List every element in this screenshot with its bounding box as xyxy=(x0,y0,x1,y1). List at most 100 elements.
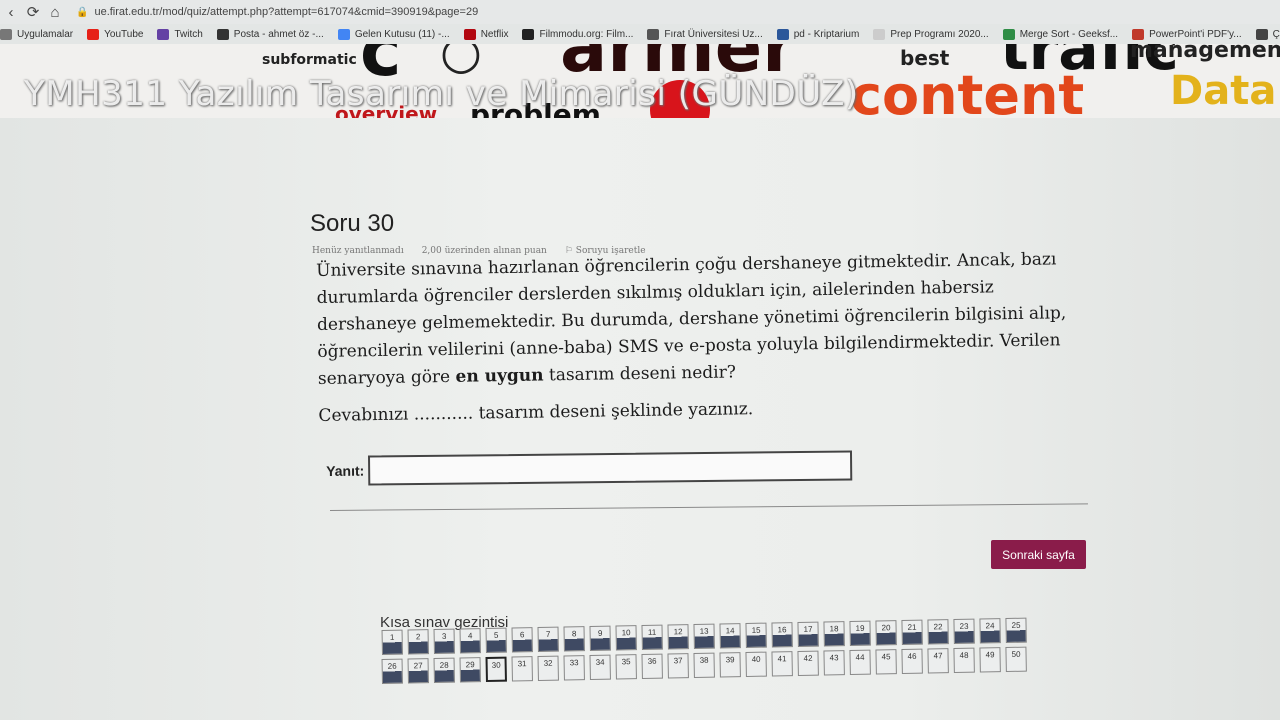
quiz-nav-button[interactable]: 31 xyxy=(511,656,533,682)
bookmark-item[interactable]: YouTube xyxy=(87,28,144,40)
gfg-icon xyxy=(1002,28,1015,40)
bookmark-item[interactable]: Gelen Kutusu (11) -... xyxy=(337,28,450,40)
quiz-page: Soru 30 Henüz yanıtlanmadı 2,00 üzerinde… xyxy=(0,118,1280,720)
quiz-nav-button[interactable]: 4 xyxy=(459,628,481,654)
quiz-nav-button[interactable]: 34 xyxy=(589,654,611,681)
quiz-nav-button[interactable]: 13 xyxy=(693,623,715,650)
quiz-nav-button[interactable]: 44 xyxy=(849,649,871,676)
film-icon xyxy=(522,28,535,40)
question-text: Üniversite sınavına hazırlanan öğrencile… xyxy=(316,246,1099,430)
bookmark-item[interactable]: Twitch xyxy=(157,28,203,40)
answer-row: Yanıt: xyxy=(326,450,853,486)
course-banner: subformatic c ○ armer overview problem b… xyxy=(0,44,1280,118)
word-icon xyxy=(776,28,789,40)
quiz-nav-button[interactable]: 50 xyxy=(1005,646,1027,673)
bookmark-item[interactable]: PowerPoint'i PDF'y... xyxy=(1132,28,1242,40)
bookmark-label: YouTube xyxy=(104,28,144,40)
question-emphasis: en uygun xyxy=(455,365,544,387)
quiz-nav-button[interactable]: 9 xyxy=(589,625,611,652)
quiz-nav-button[interactable]: 6 xyxy=(511,627,533,653)
quiz-nav-button[interactable]: 11 xyxy=(641,624,663,651)
lock-icon: 🔒 xyxy=(76,6,89,18)
quiz-nav-button[interactable]: 49 xyxy=(979,647,1001,673)
bookmark-item[interactable]: Merge Sort - Geeksf... xyxy=(1002,28,1119,40)
bookmark-item[interactable]: Uygulamalar xyxy=(0,28,73,40)
quiz-nav-button[interactable]: 2 xyxy=(407,629,429,655)
quiz-nav-button[interactable]: 12 xyxy=(667,624,689,650)
quiz-nav-button[interactable]: 8 xyxy=(563,626,585,652)
quiz-nav-button[interactable]: 20 xyxy=(875,620,897,646)
quiz-nav-button[interactable]: 28 xyxy=(433,657,455,684)
bookmark-label: Posta - ahmet öz -... xyxy=(233,28,324,40)
question-hint: Cevabınızı ........... tasarım deseni şe… xyxy=(318,399,754,426)
quiz-nav-button[interactable]: 45 xyxy=(875,649,897,675)
quiz-nav-button[interactable]: 18 xyxy=(823,621,845,647)
browser-toolbar: ‹ ⟳ ⌂ 🔒 ue.firat.edu.tr/mod/quiz/attempt… xyxy=(0,0,1280,24)
quiz-nav-button[interactable]: 17 xyxy=(797,621,819,648)
question-status: Henüz yanıtlanmadı xyxy=(312,246,404,256)
bookmark-item[interactable]: Çevrim Durumu - Bil... xyxy=(1255,28,1280,40)
quiz-nav-button[interactable]: 47 xyxy=(927,648,949,674)
quiz-nav-button[interactable]: 23 xyxy=(953,618,975,645)
next-page-button[interactable]: Sonraki sayfa xyxy=(991,540,1086,569)
banner-collage-word: Data xyxy=(1170,68,1277,114)
quiz-nav-button[interactable]: 21 xyxy=(901,619,923,646)
answer-input[interactable] xyxy=(368,450,853,486)
quiz-nav-button[interactable]: 46 xyxy=(901,648,923,675)
twitch-icon xyxy=(157,28,170,40)
reload-icon[interactable]: ⟳ xyxy=(22,1,44,23)
quiz-nav-button[interactable]: 16 xyxy=(771,622,793,648)
bookmark-item[interactable]: Prep Programı 2020... xyxy=(873,28,989,40)
quiz-nav-button[interactable]: 15 xyxy=(745,622,767,649)
home-icon[interactable]: ⌂ xyxy=(44,1,66,23)
blank-icon xyxy=(873,28,886,40)
quiz-nav-button[interactable]: 42 xyxy=(797,650,819,677)
bookmark-label: Gelen Kutusu (11) -... xyxy=(354,28,450,40)
quiz-nav-button[interactable]: 41 xyxy=(771,651,793,677)
quiz-nav-button[interactable]: 19 xyxy=(849,620,871,647)
quiz-nav-button[interactable]: 43 xyxy=(823,650,845,676)
bookmark-item[interactable]: Filmmodu.org: Film... xyxy=(522,28,633,40)
bookmark-label: Merge Sort - Geeksf... xyxy=(1019,28,1119,40)
divider xyxy=(330,503,1088,511)
bookmark-item[interactable]: Posta - ahmet öz -... xyxy=(216,28,324,40)
banner-collage-word: management xyxy=(1130,44,1280,63)
quiz-nav-button[interactable]: 5 xyxy=(485,627,507,654)
quiz-nav-button[interactable]: 3 xyxy=(433,628,455,655)
quiz-nav-button[interactable]: 40 xyxy=(745,651,767,678)
quiz-nav-button[interactable]: 7 xyxy=(537,626,559,653)
banner-collage-word: subformatic xyxy=(262,52,357,68)
bookmark-item[interactable]: Fırat Üniversitesi Uz... xyxy=(647,28,763,40)
google-icon xyxy=(337,28,350,40)
quiz-nav-button[interactable]: 33 xyxy=(563,655,585,681)
bookmark-item[interactable]: pd - Kriptarium xyxy=(776,28,859,40)
quiz-nav-button[interactable]: 37 xyxy=(667,653,689,679)
url-text: ue.firat.edu.tr/mod/quiz/attempt.php?att… xyxy=(94,6,479,18)
youtube-icon xyxy=(87,28,100,40)
quiz-nav-button[interactable]: 26 xyxy=(381,658,403,684)
quiz-nav-button[interactable]: 30 xyxy=(485,656,507,683)
quiz-nav-button[interactable]: 29 xyxy=(459,657,481,683)
quiz-nav-button[interactable]: 10 xyxy=(615,625,637,651)
quiz-nav-button[interactable]: 32 xyxy=(537,655,559,682)
quiz-nav-button[interactable]: 48 xyxy=(953,647,975,674)
course-title[interactable]: YMH311 Yazılım Tasarımı ve Mimarisi (GÜN… xyxy=(24,74,859,114)
quiz-nav-button[interactable]: 39 xyxy=(719,652,741,678)
bookmark-label: Fırat Üniversitesi Uz... xyxy=(664,28,763,40)
quiz-nav-button[interactable]: 38 xyxy=(693,652,715,679)
quiz-nav-button[interactable]: 25 xyxy=(1005,617,1027,644)
quiz-nav-button[interactable]: 24 xyxy=(979,618,1001,644)
quiz-nav-button[interactable]: 1 xyxy=(381,629,403,655)
quiz-nav-button[interactable]: 14 xyxy=(719,623,741,649)
cc-icon xyxy=(1255,28,1268,40)
quiz-nav-button[interactable]: 22 xyxy=(927,619,949,645)
question-paragraph: Üniversite sınavına hazırlanan öğrencile… xyxy=(316,246,1098,393)
quiz-nav-button[interactable]: 27 xyxy=(407,658,429,684)
address-bar[interactable]: 🔒 ue.firat.edu.tr/mod/quiz/attempt.php?a… xyxy=(76,2,1280,22)
mail-icon xyxy=(216,28,229,40)
back-icon[interactable]: ‹ xyxy=(0,1,22,23)
quiz-nav-button[interactable]: 36 xyxy=(641,653,663,680)
question-text-part: tasarım deseni nedir? xyxy=(543,362,737,386)
bookmark-item[interactable]: Netflix xyxy=(463,28,508,40)
quiz-nav-button[interactable]: 35 xyxy=(615,654,637,680)
